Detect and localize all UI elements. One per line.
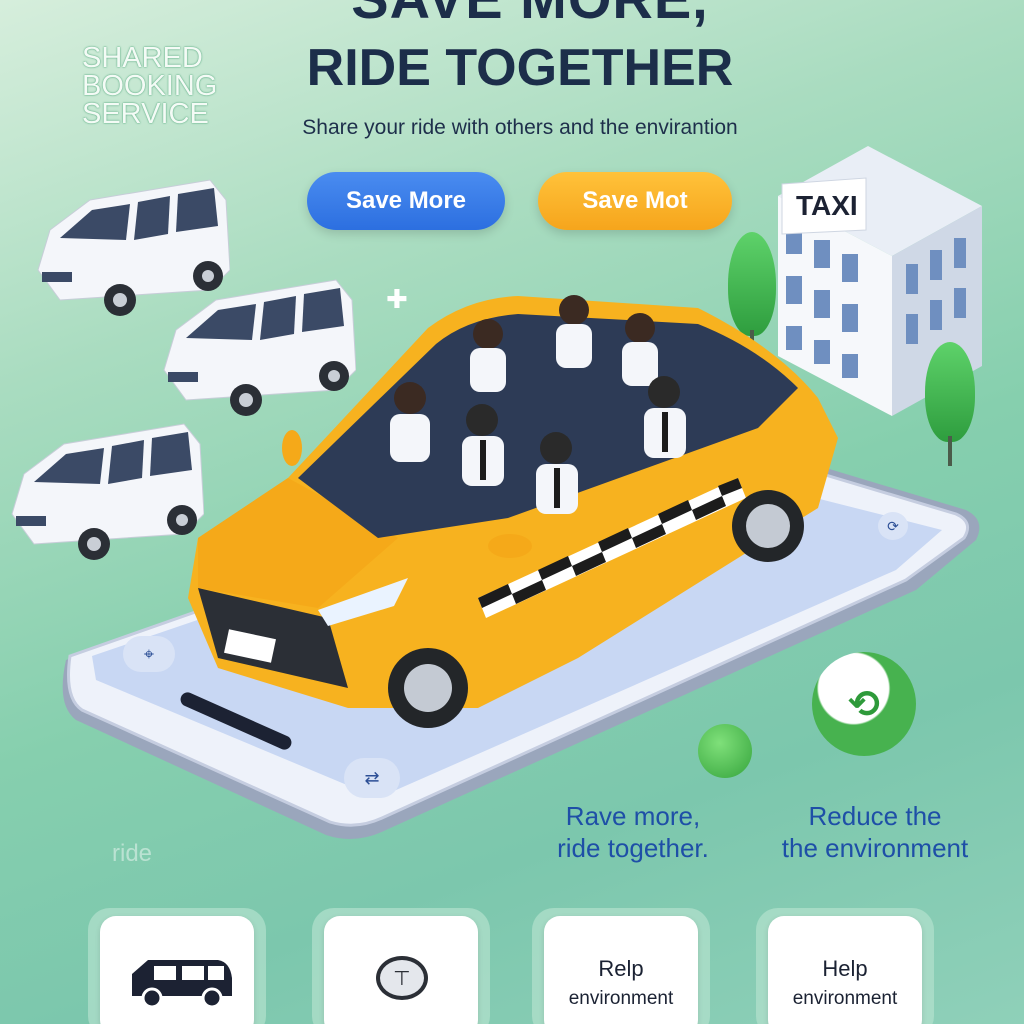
- card-body: Relp environment: [544, 916, 698, 1024]
- brand-line-2: BOOKING: [82, 70, 218, 102]
- feature-card-badge[interactable]: ⊤: [312, 908, 490, 1024]
- route-icon[interactable]: ⇄: [344, 758, 400, 798]
- feature-card-van[interactable]: [88, 908, 266, 1024]
- caption-line: ride together.: [557, 833, 709, 863]
- brand-logo-text: SHARED BOOKING SERVICE: [82, 42, 232, 130]
- page-subtitle: Share your ride with others and the envi…: [302, 116, 738, 139]
- card-title: Relp: [598, 956, 644, 981]
- card-body: Help environment: [768, 916, 922, 1024]
- card-title: Help: [822, 956, 868, 981]
- save-more-button[interactable]: Save More: [307, 172, 505, 230]
- tree-icon: [925, 342, 975, 442]
- card-body: [100, 916, 254, 1024]
- share-icon[interactable]: ⟳: [878, 512, 908, 540]
- caption-line: Reduce the: [808, 801, 942, 831]
- save-mot-button[interactable]: Save Mot: [538, 172, 732, 230]
- card-body: ⊤: [324, 916, 478, 1024]
- taxi-car-illustration: [188, 295, 838, 728]
- leaf-dot-icon: [698, 724, 752, 778]
- eco-leaf-badge-icon: ⟲: [812, 652, 916, 756]
- card-subtitle: environment: [792, 988, 898, 1009]
- taxi-sign: TAXI: [796, 190, 858, 221]
- brand-line-3: SERVICE: [82, 98, 209, 130]
- van-icon: [132, 960, 232, 1009]
- feature-card-help-environment[interactable]: Help environment: [756, 908, 934, 1024]
- brand-line-1: SHARED: [82, 42, 203, 74]
- feature-card-relp-environment[interactable]: Relp environment: [532, 908, 710, 1024]
- caption-line: Rave more,: [565, 801, 701, 831]
- ghost-text: ride: [112, 840, 153, 867]
- page-title: RIDE TOGETHER: [306, 39, 734, 97]
- card-subtitle: environment: [568, 988, 674, 1009]
- caption-line: the environment: [781, 833, 969, 863]
- caption-reduce-environment: Reduce the the environment: [755, 800, 995, 864]
- location-pin-icon[interactable]: ⌖: [123, 636, 175, 672]
- caption-ride-together: Rave more, ride together.: [518, 800, 748, 864]
- steering-badge-icon: ⊤: [376, 956, 428, 1000]
- headline-top: SAVE MORE,: [270, 0, 790, 31]
